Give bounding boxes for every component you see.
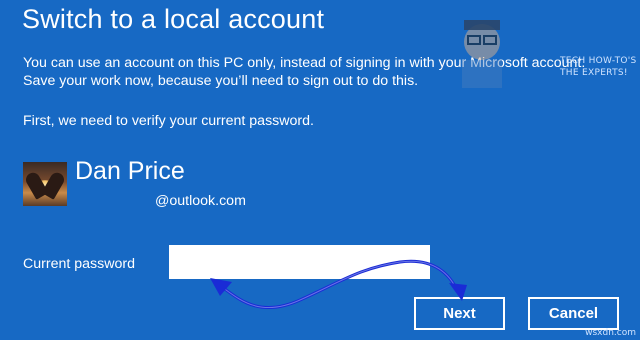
next-button[interactable]: Next [414,297,505,330]
watermark-text-2: THE EXPERTS! [560,68,628,78]
user-email: @outlook.com [155,193,246,209]
current-password-label: Current password [23,256,135,272]
description-line-2: Save your work now, because you’ll need … [23,73,419,89]
cancel-button[interactable]: Cancel [528,297,619,330]
watermark-text-1: TECH HOW-TO'S FROM [560,56,640,66]
watermark-corner-text: wsxdn.com [585,328,636,338]
user-name: Dan Price [75,157,185,185]
current-password-input[interactable] [169,245,430,279]
switch-local-account-dialog: Switch to a local account You can use an… [0,0,640,340]
dialog-title: Switch to a local account [22,4,325,34]
user-avatar [23,162,67,206]
avatar-hand-right-graphic [41,170,67,200]
verify-instruction: First, we need to verify your current pa… [23,113,314,129]
